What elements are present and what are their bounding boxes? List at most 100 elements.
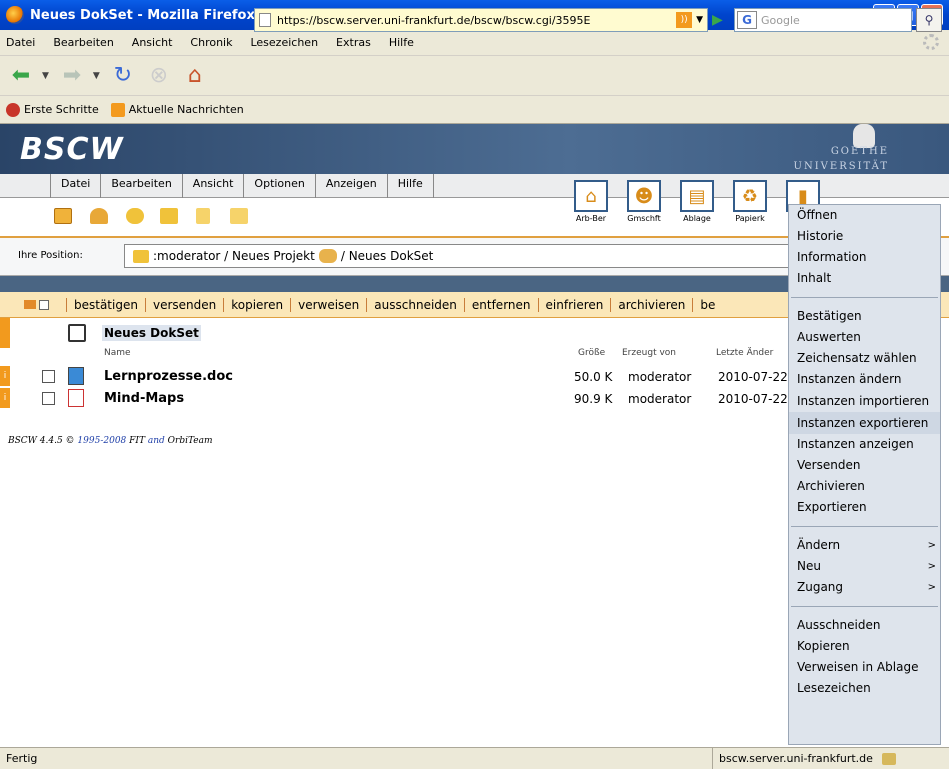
ctx-zeichensatz[interactable]: Zeichensatz wählen	[789, 348, 940, 369]
ctx-kopieren[interactable]: Kopieren	[789, 636, 940, 657]
ablage-button[interactable]: ▤ Ablage	[672, 180, 722, 223]
file-creator[interactable]: moderator	[628, 392, 691, 406]
ctx-oeffnen[interactable]: Öffnen	[789, 205, 940, 226]
ctx-versenden[interactable]: Versenden	[789, 455, 940, 476]
action-versenden[interactable]: versenden	[144, 297, 223, 312]
google-icon[interactable]: G	[737, 11, 757, 29]
ctx-bestaetigen[interactable]: Bestätigen	[789, 306, 940, 327]
ctx-instanzen-anzeigen[interactable]: Instanzen anzeigen	[789, 434, 940, 455]
ctx-instanzen-importieren[interactable]: Instanzen importieren	[789, 390, 940, 412]
menu-ansicht[interactable]: Ansicht	[132, 36, 173, 49]
column-header-creator[interactable]: Erzeugt von	[622, 348, 676, 358]
bookmark-aktuelle-nachrichten[interactable]: Aktuelle Nachrichten	[110, 102, 244, 117]
new-docset-icon[interactable]	[230, 208, 248, 224]
file-creator[interactable]: moderator	[628, 370, 691, 384]
ctx-auswerten[interactable]: Auswerten	[789, 327, 940, 348]
ctx-verweisen-ablage[interactable]: Verweisen in Ablage	[789, 657, 940, 678]
menu-lesezeichen[interactable]: Lesezeichen	[250, 36, 318, 49]
column-header-name[interactable]: Name	[104, 348, 131, 358]
throbber-icon	[923, 34, 939, 50]
menu-hilfe[interactable]: Hilfe	[389, 36, 414, 49]
menu-datei[interactable]: Datei	[6, 36, 35, 49]
row-checkbox[interactable]	[42, 392, 55, 405]
go-arrow-icon[interactable]: ▶	[712, 12, 723, 28]
action-bestaetigen[interactable]: bestätigen	[66, 297, 145, 312]
column-header-size[interactable]: Größe	[578, 348, 605, 358]
home-icon[interactable]: ⌂	[180, 62, 210, 90]
info-marker-icon[interactable]: i	[0, 366, 10, 386]
menu-extras[interactable]: Extras	[336, 36, 371, 49]
ctx-aendern[interactable]: Ändern >	[789, 535, 940, 556]
bscw-logo[interactable]: BSCW	[20, 132, 124, 167]
menu-chronik[interactable]: Chronik	[190, 36, 232, 49]
action-archivieren[interactable]: archivieren	[610, 297, 692, 312]
address-dropdown-icon[interactable]: ▼	[696, 15, 703, 25]
ctx-lesezeichen[interactable]: Lesezeichen	[789, 678, 940, 699]
shared-project-icon[interactable]	[318, 249, 337, 263]
action-verweisen[interactable]: verweisen	[290, 297, 366, 312]
forward-dropdown-icon[interactable]: ▼	[93, 71, 100, 81]
group-icon[interactable]	[126, 208, 144, 224]
pdf-icon[interactable]	[68, 389, 84, 407]
ctx-historie[interactable]: Historie	[789, 226, 940, 247]
action-kopieren[interactable]: kopieren	[223, 297, 290, 312]
row-checkbox[interactable]	[42, 370, 55, 383]
ctx-instanzen-exportieren[interactable]: Instanzen exportieren	[789, 412, 940, 434]
lock-icon[interactable]	[882, 753, 897, 765]
breadcrumb-moderator-project[interactable]: :moderator / Neues Projekt	[153, 249, 315, 263]
file-name[interactable]: Mind-Maps	[104, 391, 184, 406]
trash-icon: ♻	[733, 180, 767, 212]
back-arrow-icon[interactable]: ⬅	[6, 62, 36, 90]
search-input[interactable]: G Google	[734, 8, 912, 32]
ctx-archivieren[interactable]: Archivieren	[789, 476, 940, 497]
rss-feed-icon[interactable]: ))	[676, 12, 693, 28]
ctx-information[interactable]: Information	[789, 247, 940, 268]
bookmark-erste-schritte[interactable]: Erste Schritte	[6, 102, 99, 117]
action-ausschneiden[interactable]: ausschneiden	[366, 297, 464, 312]
ctx-neu[interactable]: Neu >	[789, 556, 940, 577]
ctx-instanzen-aendern[interactable]: Instanzen ändern	[789, 369, 940, 390]
search-icon[interactable]: ⚲	[916, 8, 942, 32]
gemeinschaft-button[interactable]: ☻ Gmschft	[619, 180, 669, 223]
address-bar[interactable]: https://bscw.server.uni-frankfurt.de/bsc…	[254, 8, 708, 32]
bscw-menu-datei[interactable]: Datei	[50, 174, 100, 198]
home-folder-icon[interactable]	[133, 249, 149, 263]
info-marker-icon[interactable]: i	[0, 388, 10, 408]
reload-icon[interactable]: ↻	[108, 62, 138, 90]
bscw-menu-ansicht[interactable]: Ansicht	[181, 174, 244, 198]
bscw-menu-bearbeiten[interactable]: Bearbeiten	[100, 174, 181, 198]
bscw-menu-optionen[interactable]: Optionen	[243, 174, 314, 198]
forward-arrow-icon[interactable]: ➡	[57, 62, 87, 90]
ctx-zugang[interactable]: Zugang >	[789, 577, 940, 598]
big-icon-label: Arb-Ber	[575, 214, 607, 223]
university-logo[interactable]: GOETHE UNIVERSITÄT	[794, 134, 889, 174]
bscw-menu-anzeigen[interactable]: Anzeigen	[314, 174, 387, 198]
ctx-ausschneiden[interactable]: Ausschneiden	[789, 615, 940, 636]
footer-years-link[interactable]: 1995-2008	[77, 436, 126, 446]
status-host-text: bscw.server.uni-frankfurt.de	[719, 752, 873, 765]
ctx-inhalt[interactable]: Inhalt	[789, 268, 940, 289]
file-name[interactable]: Lernprozesse.doc	[104, 369, 233, 384]
action-entfernen[interactable]: entfernen	[463, 297, 538, 312]
info-icon[interactable]	[54, 208, 72, 224]
action-more[interactable]: be	[692, 297, 722, 312]
mail-icon[interactable]	[24, 300, 36, 309]
page-icon	[259, 13, 271, 27]
ctx-exportieren[interactable]: Exportieren	[789, 497, 940, 518]
key-icon[interactable]	[90, 208, 108, 224]
browser-menubar: Datei Bearbeiten Ansicht Chronik Lesezei…	[0, 30, 949, 56]
column-header-date[interactable]: Letzte Änder	[716, 348, 773, 358]
back-dropdown-icon[interactable]: ▼	[42, 71, 49, 81]
action-einfrieren[interactable]: einfrieren	[537, 297, 611, 312]
word-doc-icon[interactable]	[68, 367, 84, 385]
papierkorb-button[interactable]: ♻ Papierk	[725, 180, 775, 223]
new-folder-icon[interactable]	[160, 208, 178, 224]
arbeitsbereich-button[interactable]: ⌂ Arb-Ber	[566, 180, 616, 223]
search-placeholder: Google	[761, 13, 800, 27]
select-all-checkbox[interactable]	[39, 299, 49, 310]
menu-bearbeiten[interactable]: Bearbeiten	[53, 36, 113, 49]
university-line2: UNIVERSITÄT	[793, 161, 889, 172]
bscw-menu-hilfe[interactable]: Hilfe	[386, 174, 434, 198]
stop-icon[interactable]: ⊗	[144, 62, 174, 90]
new-document-icon[interactable]	[196, 208, 210, 224]
